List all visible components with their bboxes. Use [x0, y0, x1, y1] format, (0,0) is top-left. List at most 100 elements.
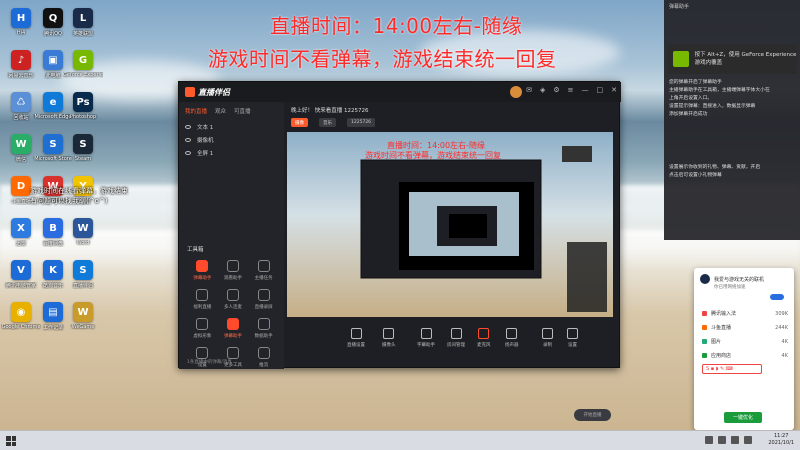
tool-button[interactable]: 推流 [248, 347, 279, 368]
taskbar: 11:27 2021/10/1 [0, 430, 800, 450]
info-tag[interactable]: 音乐 [319, 118, 336, 127]
close-icon[interactable]: ✕ [611, 86, 617, 94]
bottom-button[interactable]: 房间管理 [447, 328, 465, 348]
popup-row[interactable]: 图片 4K [702, 338, 788, 345]
tool-icon [226, 289, 239, 301]
info-tag[interactable]: 摄像 [291, 118, 308, 127]
maximize-icon[interactable]: □ [597, 86, 604, 94]
popup-row[interactable]: 应用商店 4K [702, 352, 788, 359]
avatar[interactable] [510, 86, 522, 98]
tool-label: 主播任务 [254, 276, 273, 281]
windows-start-icon[interactable] [6, 436, 16, 446]
bottom-button[interactable]: 扬声器 [505, 328, 519, 348]
eye-icon[interactable] [185, 137, 191, 142]
app-icon: B [43, 218, 63, 238]
tab-audience[interactable]: 观众 [215, 107, 226, 115]
app-icon: S [73, 134, 93, 154]
overlay-stream-time: 直播时间：14:00左右-随缘 [270, 14, 523, 38]
popup-row[interactable]: 腾讯输入法 309K [702, 310, 788, 317]
app-icon: W [73, 218, 93, 238]
tool-button[interactable]: 主播任务 [248, 260, 279, 281]
bottom-button[interactable]: 麦克风 [477, 328, 491, 348]
notif-line: 添加弹幕开启成功 [669, 112, 708, 117]
app-icon: S [43, 134, 63, 154]
network-icon[interactable] [718, 436, 726, 444]
desktop-icon[interactable]: L 英雄联盟 [64, 8, 102, 37]
volume-icon[interactable] [731, 436, 739, 444]
toolbox-title: 工具箱 [187, 247, 204, 253]
toolbox-grid: 弹幕助手 观看助手 主播任务 福利直播 多人连麦 直播录屏 虚拟形象 弹幕助手 数据助手 设置 更多… [187, 260, 279, 368]
nvidia-notification[interactable]: 按下 Alt+Z，使用 GeForce Experience 游戏内覆盖 [667, 44, 797, 74]
eye-icon[interactable] [185, 150, 191, 155]
rocket-icon [700, 274, 710, 284]
tool-label: 数据助手 [254, 334, 273, 339]
settings-icon[interactable]: ⚙ [553, 86, 559, 94]
source-item[interactable]: 全屏 1 [179, 146, 284, 159]
ime-bar[interactable]: S ▪ ◗ ✎ ⌨ [702, 364, 762, 374]
gift-icon[interactable]: ◈ [540, 86, 545, 94]
tool-icon [226, 318, 239, 330]
app-name: 应用商店 [711, 353, 732, 359]
app-icon [702, 339, 707, 344]
bottom-label: 设置 [568, 343, 577, 348]
start-live-button[interactable]: 开始直播 [574, 409, 611, 421]
app-icon: ♺ [11, 92, 31, 112]
popup-row[interactable]: 斗鱼直播 244K [702, 324, 788, 331]
optimize-button[interactable]: 一键优化 [724, 412, 762, 423]
desktop-icon[interactable]: S Steam [64, 134, 102, 162]
app-icon: e [43, 92, 63, 112]
footer-status: 1条直播中的弹幕/消息 [187, 360, 232, 365]
desktop-icon[interactable]: G Geforce Experience [63, 50, 103, 78]
tool-button[interactable]: 福利直播 [187, 289, 218, 310]
clock[interactable]: 11:27 2021/10/1 [768, 433, 794, 447]
desktop-icon[interactable]: S 直播伴侣 [64, 260, 102, 289]
input-method-icon[interactable] [744, 436, 752, 444]
window-controls: ✉ ◈ ⚙ ≡ — □ ✕ [526, 86, 617, 94]
bottom-button[interactable]: 字幕助手 [417, 328, 435, 348]
toggle-switch[interactable] [770, 294, 784, 300]
tool-button[interactable]: 直播录屏 [248, 289, 279, 310]
tab-my-live[interactable]: 我的直播 [185, 107, 207, 115]
tool-label: 直播录屏 [254, 305, 273, 310]
tab-available[interactable]: 可直播 [234, 107, 251, 115]
desktop-icon[interactable]: W Word [64, 218, 102, 246]
notif-line: 您的弹幕开启了弹幕助手 [669, 80, 722, 85]
source-item[interactable]: 文本 1 [179, 120, 284, 133]
tool-label: 福利直播 [193, 305, 212, 310]
desktop-icon-label: Geforce Experience [63, 72, 103, 78]
tool-label: 弹幕助手 [223, 334, 242, 339]
bottom-button[interactable]: 摄像头 [382, 328, 396, 348]
app-icon: L [73, 8, 93, 28]
notification-panel: 弹幕助手 按下 Alt+Z，使用 GeForce Experience 游戏内覆… [664, 0, 800, 240]
bottom-button[interactable]: 录制 [542, 328, 553, 348]
app-icon: X [11, 218, 31, 238]
tool-button[interactable]: 弹幕助手 [218, 318, 249, 339]
menu-icon[interactable]: ≡ [568, 86, 574, 94]
stream-preview[interactable]: 直播时间：14:00左右-随缘 游戏时间不看弹幕，游戏结束统一回复 [287, 132, 613, 317]
tool-button[interactable]: 数据助手 [248, 318, 279, 339]
tool-button[interactable]: 虚拟形象 [187, 318, 218, 339]
desktop-icon[interactable]: Ps Photoshop [64, 92, 102, 120]
minimize-icon[interactable]: — [582, 86, 589, 94]
chevron-up-icon[interactable] [705, 436, 713, 444]
svg-text:直播时间：14:00左右-随缘: 直播时间：14:00左右-随缘 [387, 140, 485, 150]
source-label: 全屏 1 [197, 150, 214, 157]
tool-label: 弹幕助手 [193, 276, 212, 281]
tool-button[interactable]: 观看助手 [218, 260, 249, 281]
app-name: 斗鱼直播 [711, 325, 732, 331]
tool-icon [257, 260, 270, 272]
tool-button[interactable]: 弹幕助手 [187, 260, 218, 281]
bottom-button[interactable]: 设置 [567, 328, 578, 348]
tool-button[interactable]: 多人连麦 [218, 289, 249, 310]
message-icon[interactable]: ✉ [526, 86, 532, 94]
source-label: 文本 1 [197, 124, 214, 131]
app-logo-text: 直播伴侣 [198, 87, 230, 97]
eye-icon[interactable] [185, 124, 191, 129]
bottom-button[interactable]: 直播设置 [347, 328, 365, 348]
app-icon: ♪ [11, 50, 31, 70]
source-item[interactable]: 摄像机 [179, 133, 284, 146]
tool-icon [257, 347, 270, 359]
app-icon: ▤ [43, 302, 63, 322]
desktop-icon-label: 直播伴侣 [72, 283, 93, 289]
desktop-icon[interactable]: W WeGame [64, 302, 102, 330]
